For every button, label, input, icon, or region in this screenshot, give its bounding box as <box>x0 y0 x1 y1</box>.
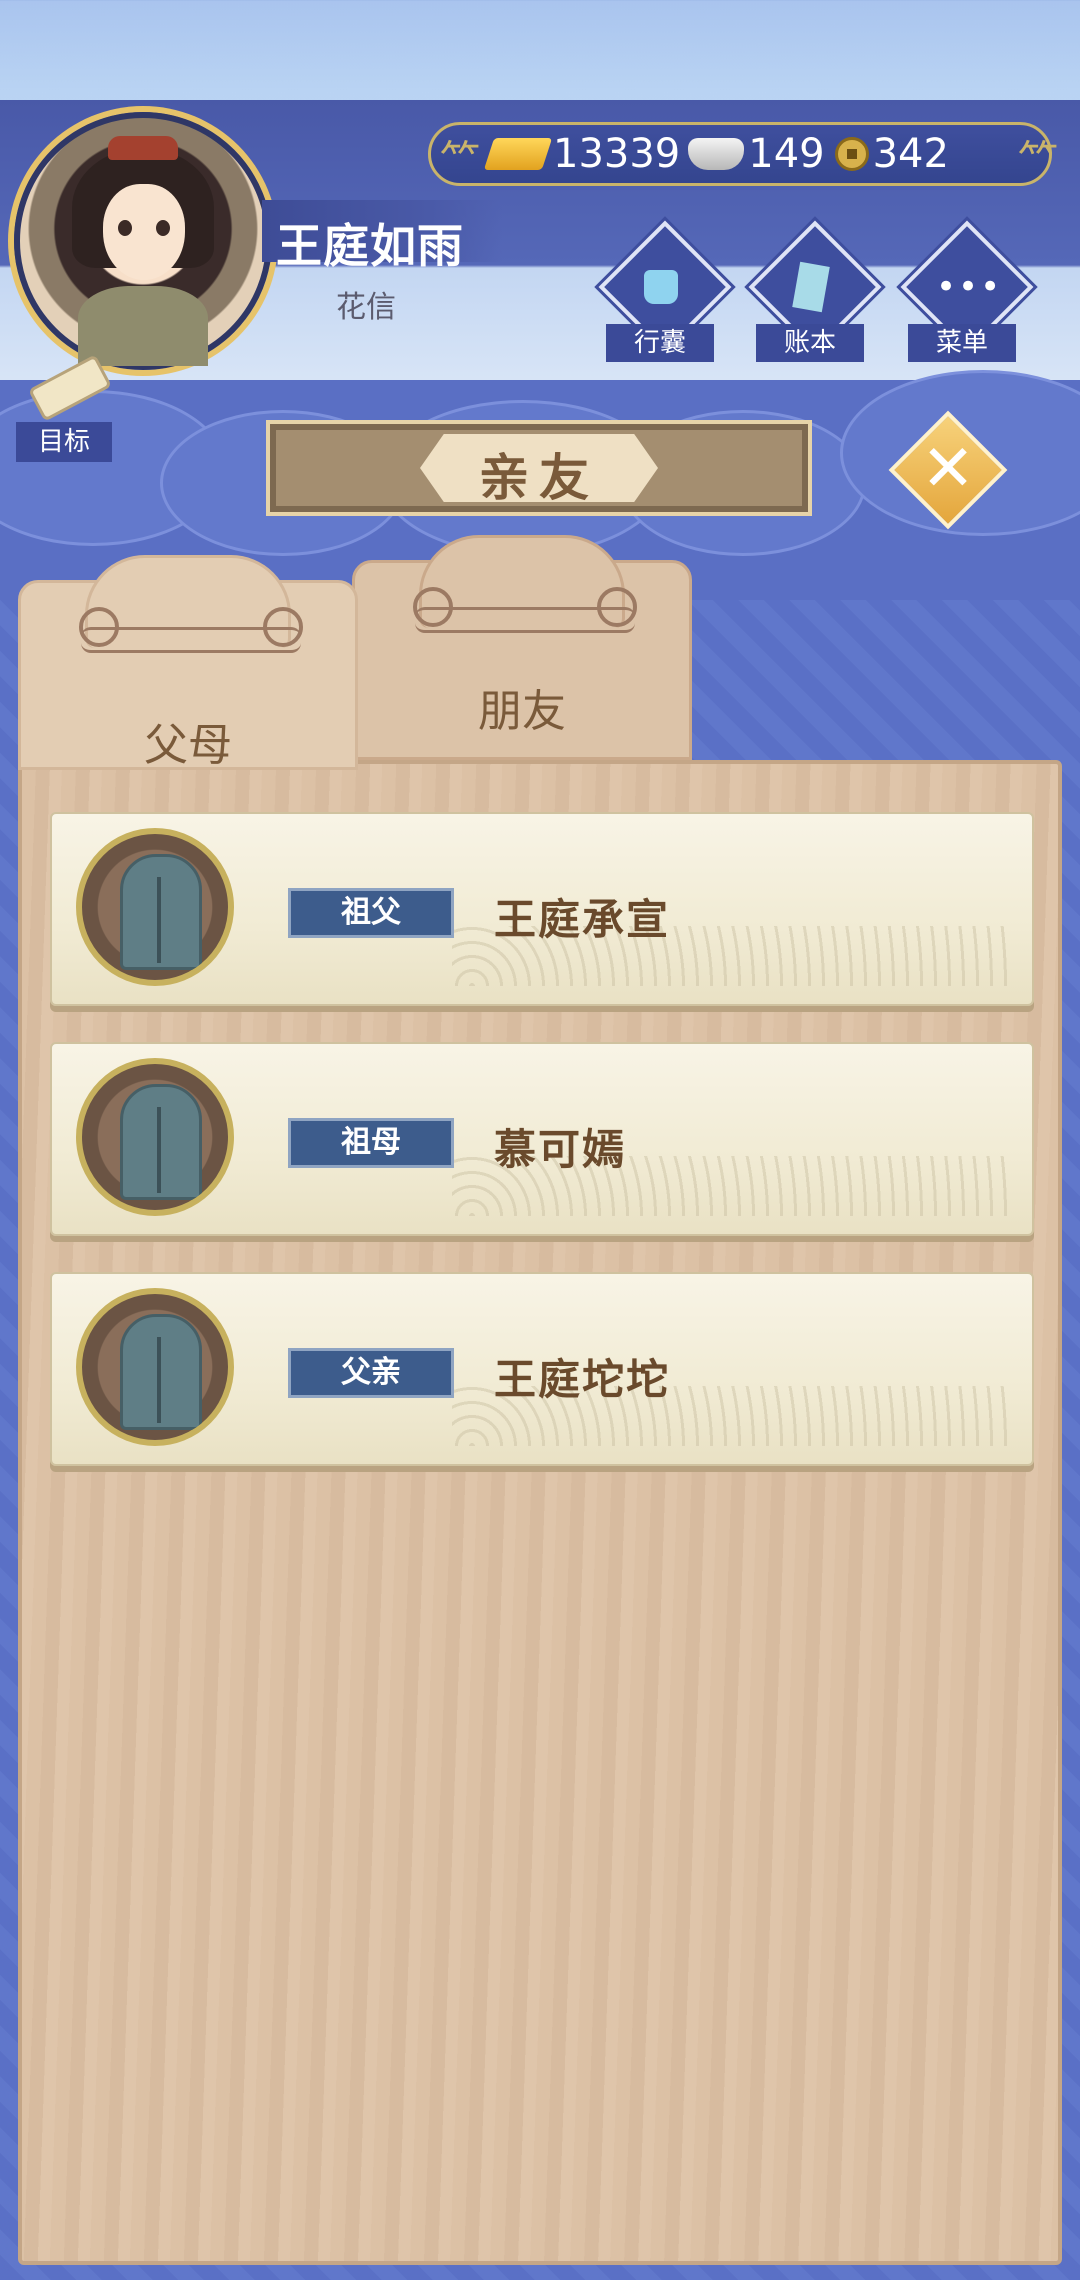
tombstone-portrait-icon <box>76 1058 234 1216</box>
menu-button[interactable]: ••• 菜单 <box>898 220 1034 362</box>
panel-title: 亲友 <box>479 449 599 507</box>
player-avatar[interactable] <box>14 112 272 370</box>
relative-name: 慕可嫣 <box>494 1125 627 1174</box>
goal-label: 目标 <box>16 422 112 462</box>
tab-parents-label: 父母 <box>144 720 232 771</box>
bag-icon <box>644 270 678 304</box>
relative-card[interactable]: 祖母 慕可嫣 <box>50 1042 1034 1236</box>
menu-label: 菜单 <box>908 324 1016 362</box>
tombstone-portrait-icon <box>76 828 234 986</box>
ledger-button[interactable]: 账本 <box>746 220 882 362</box>
gold-amount: 13339 <box>553 131 681 177</box>
bamboo-left-icon: ⺮ <box>440 138 480 184</box>
relative-card[interactable]: 祖父 王庭承宣 <box>50 812 1034 1006</box>
relative-name: 王庭坨坨 <box>494 1355 671 1404</box>
close-icon: ✕ <box>921 432 975 506</box>
tab-friends-label: 朋友 <box>478 686 566 737</box>
bag-button[interactable]: 行囊 <box>596 220 732 362</box>
menu-icon: ••• <box>936 267 1003 307</box>
relation-badge: 祖母 <box>288 1118 454 1168</box>
ledger-label: 账本 <box>756 324 864 362</box>
tab-parents[interactable]: 父母 <box>18 555 358 771</box>
tab-friends[interactable]: 朋友 <box>352 535 692 760</box>
relative-name: 王庭承宣 <box>494 895 671 944</box>
silver-amount: 149 <box>748 131 825 177</box>
goal-button[interactable]: 目标 <box>16 354 113 462</box>
currency-bar: 13339 149 342 <box>428 122 1052 186</box>
bamboo-right-icon: ⺮ <box>1018 138 1058 184</box>
player-name: 王庭如雨 <box>276 219 464 273</box>
gold-ingot-icon <box>483 138 553 170</box>
relation-badge: 祖父 <box>288 888 454 938</box>
copper-coin-icon <box>834 137 869 171</box>
bag-label: 行囊 <box>606 324 714 362</box>
player-title: 花信 <box>336 290 396 325</box>
panel-title-banner: 亲友 <box>266 420 812 516</box>
coin-amount: 342 <box>872 131 949 177</box>
silver-ingot-icon <box>688 138 745 170</box>
relative-card[interactable]: 父亲 王庭坨坨 <box>50 1272 1034 1466</box>
relation-badge: 父亲 <box>288 1348 454 1398</box>
tombstone-portrait-icon <box>76 1288 234 1446</box>
